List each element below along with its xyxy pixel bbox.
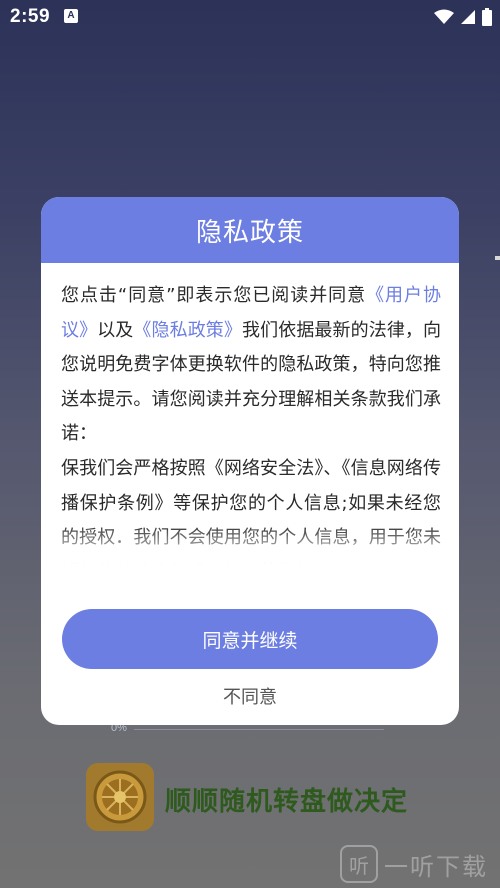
privacy-policy-link[interactable]: 《隐私政策》: [133, 320, 242, 341]
dialog-body[interactable]: 您点击“同意”即表示您已阅读并同意《用户协议》以及《隐私政策》我们依据最新的法律…: [61, 279, 441, 564]
background-edge-mark: [495, 256, 500, 260]
agree-continue-button[interactable]: 同意并继续: [62, 609, 438, 669]
watermark-text: 一听下载: [384, 852, 488, 881]
body-paragraph-2: 保我们会严格按照《网络安全法》、《信息网络传播保护条例》等保护您的个人信息;如果…: [61, 457, 441, 564]
privacy-dialog: 隐私政策 您点击“同意”即表示您已阅读并同意《用户协议》以及《隐私政策》我们依据…: [41, 197, 459, 725]
disagree-button[interactable]: 不同意: [191, 679, 309, 713]
body-text-and: 以及: [97, 319, 134, 341]
wheel-icon: [86, 763, 154, 831]
status-icons: [434, 8, 492, 26]
notification-a-icon: A: [64, 9, 78, 23]
body-paragraph-1: 您点击“同意”即表示您已阅读并同意《用户协议》以及《隐私政策》我们依据最新的法律…: [61, 279, 441, 452]
signal-icon: [461, 10, 475, 24]
status-bar: 2:59 A: [0, 0, 500, 34]
dialog-title: 隐私政策: [195, 217, 304, 248]
status-time: 2:59: [10, 6, 51, 27]
background-progress-track: [134, 729, 384, 730]
background-app-title: 顺顺随机转盘做决定: [165, 787, 409, 817]
watermark: 听 一听下载: [340, 840, 500, 888]
watermark-logo: 听: [340, 845, 378, 883]
body-text-intro: 您点击“同意”即表示您已阅读并同意: [61, 285, 367, 306]
wifi-icon: [434, 9, 454, 24]
battery-icon: [482, 8, 492, 26]
dialog-header: 隐私政策: [41, 197, 459, 263]
